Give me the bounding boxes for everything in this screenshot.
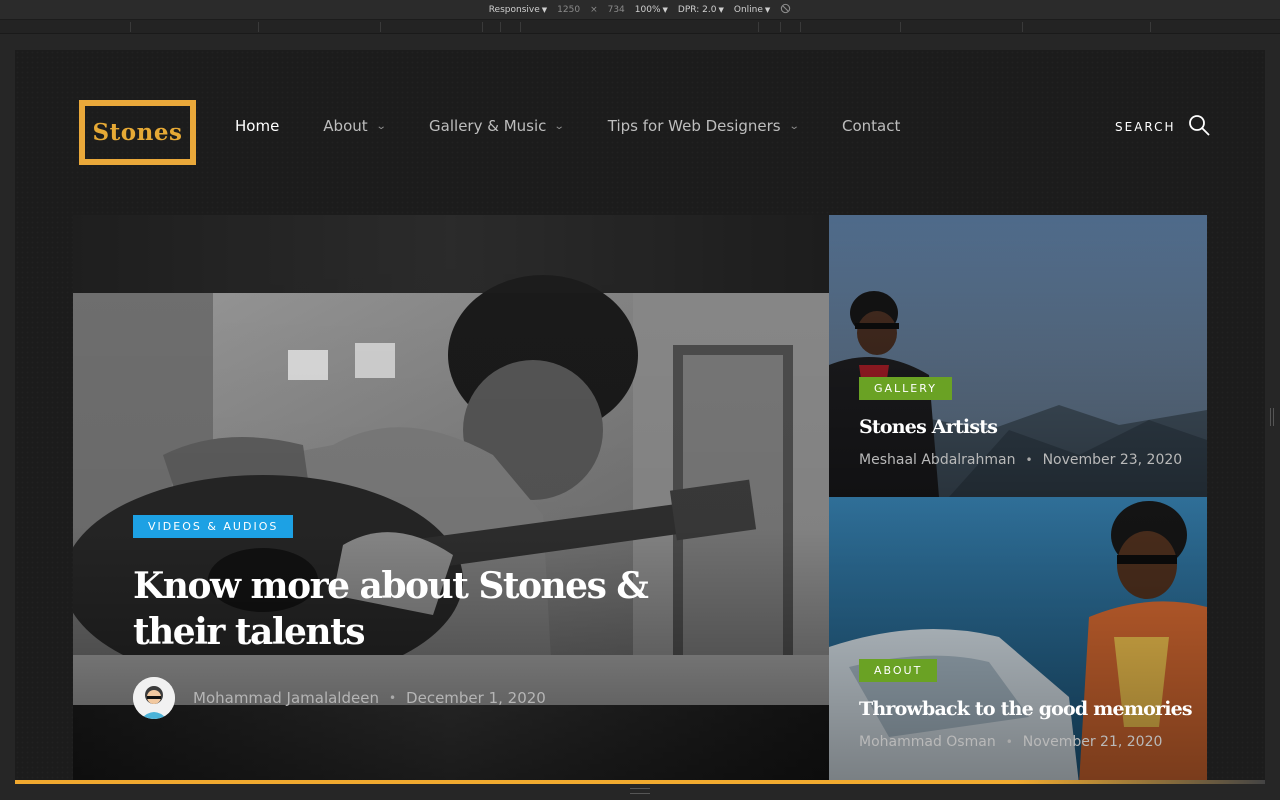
nav-item-label: Tips for Web Designers xyxy=(607,117,781,135)
chevron-down-icon: ⌄ xyxy=(788,120,800,132)
search-label: SEARCH xyxy=(1115,120,1176,134)
featured-post-content: VIDEOS & AUDIOS Know more about Stones &… xyxy=(133,515,653,655)
author-name[interactable]: Mohammad Jamalaldeen xyxy=(193,689,379,707)
nav-item-home[interactable]: Home xyxy=(235,117,279,135)
post-card-meta: Meshaal Abdalrahman • November 23, 2020 xyxy=(859,452,1182,468)
post-card-meta: Mohammad Osman • November 21, 2020 xyxy=(859,734,1192,750)
nav-item-contact[interactable]: Contact xyxy=(842,117,900,135)
post-card[interactable]: GALLERY Stones Artists Meshaal Abdalrahm… xyxy=(829,215,1207,497)
post-card-content: GALLERY Stones Artists Meshaal Abdalrahm… xyxy=(859,377,1182,468)
post-card-content: ABOUT Throwback to the good memories Moh… xyxy=(859,659,1193,750)
site-logo[interactable]: Stones xyxy=(79,100,196,165)
post-date: November 21, 2020 xyxy=(1022,734,1163,750)
search-button[interactable]: SEARCH xyxy=(1115,114,1210,140)
avatar[interactable] xyxy=(133,677,175,719)
featured-post-meta: Mohammad Jamalaldeen • December 1, 2020 xyxy=(133,677,546,719)
category-badge[interactable]: GALLERY xyxy=(859,377,952,400)
media-query-ruler xyxy=(0,20,1280,34)
post-date: December 1, 2020 xyxy=(406,689,546,707)
meta-separator: • xyxy=(388,691,397,705)
caret-down-icon: ▼ xyxy=(662,5,668,14)
featured-post[interactable]: VIDEOS & AUDIOS Know more about Stones &… xyxy=(73,215,829,784)
device-select[interactable]: Responsive ▼ xyxy=(489,5,547,15)
resize-handle-right[interactable] xyxy=(1270,408,1274,426)
width-input[interactable]: 1250 xyxy=(557,5,580,15)
search-icon xyxy=(1188,114,1210,140)
main-nav: Home About ⌄ Gallery & Music ⌄ Tips for We… xyxy=(235,114,944,138)
post-card-title[interactable]: Throwback to the good memories xyxy=(859,698,1193,720)
zoom-select[interactable]: 100% ▼ xyxy=(635,5,668,15)
category-badge[interactable]: VIDEOS & AUDIOS xyxy=(133,515,294,538)
category-badge[interactable]: ABOUT xyxy=(859,659,938,682)
nav-item-label: Home xyxy=(235,117,280,135)
caret-down-icon: ▼ xyxy=(764,5,771,14)
height-input[interactable]: 734 xyxy=(608,5,625,15)
nav-item-tips[interactable]: Tips for Web Designers ⌄ xyxy=(607,117,800,135)
caret-down-icon: ▼ xyxy=(541,5,548,14)
dpr-select-label: DPR: 2.0 xyxy=(677,4,717,15)
meta-separator: • xyxy=(1005,735,1013,749)
caret-down-icon: ▼ xyxy=(718,5,724,14)
nav-item-label: About xyxy=(323,117,368,135)
featured-post-title[interactable]: Know more about Stones & their talents xyxy=(133,563,653,655)
network-select-label: Online xyxy=(733,4,763,15)
chevron-down-icon: ⌄ xyxy=(375,120,387,132)
author-name[interactable]: Meshaal Abdalrahman xyxy=(859,452,1015,468)
page-viewport: Stones Home About ⌄ Gallery & Music ⌄ Tips… xyxy=(15,50,1265,784)
nav-item-label: Gallery & Music xyxy=(429,117,547,135)
nav-item-gallery-music[interactable]: Gallery & Music ⌄ xyxy=(429,117,566,135)
device-select-label: Responsive xyxy=(488,4,540,15)
devtools-toolbar: Responsive ▼ 1250 × 734 100% ▼ DPR: 2.0 ▼ O… xyxy=(0,0,1280,20)
meta-separator: • xyxy=(1025,453,1033,467)
network-select[interactable]: Online ▼ xyxy=(734,5,770,15)
chevron-down-icon: ⌄ xyxy=(554,120,566,132)
nav-item-label: Contact xyxy=(842,117,901,135)
nav-item-about[interactable]: About ⌄ xyxy=(323,117,387,135)
logo-text: Stones xyxy=(92,119,183,146)
rotate-icon[interactable] xyxy=(780,3,791,17)
resize-handle-bottom[interactable] xyxy=(630,788,650,794)
zoom-select-label: 100% xyxy=(634,4,661,15)
post-date: November 23, 2020 xyxy=(1042,452,1183,468)
dpr-select[interactable]: DPR: 2.0 ▼ xyxy=(678,5,724,15)
times-sign: × xyxy=(590,4,598,15)
post-card[interactable]: ABOUT Throwback to the good memories Moh… xyxy=(829,497,1207,784)
scroll-progress-bar xyxy=(15,780,1265,784)
author-name[interactable]: Mohammad Osman xyxy=(859,734,996,750)
post-card-title[interactable]: Stones Artists xyxy=(859,416,1182,438)
